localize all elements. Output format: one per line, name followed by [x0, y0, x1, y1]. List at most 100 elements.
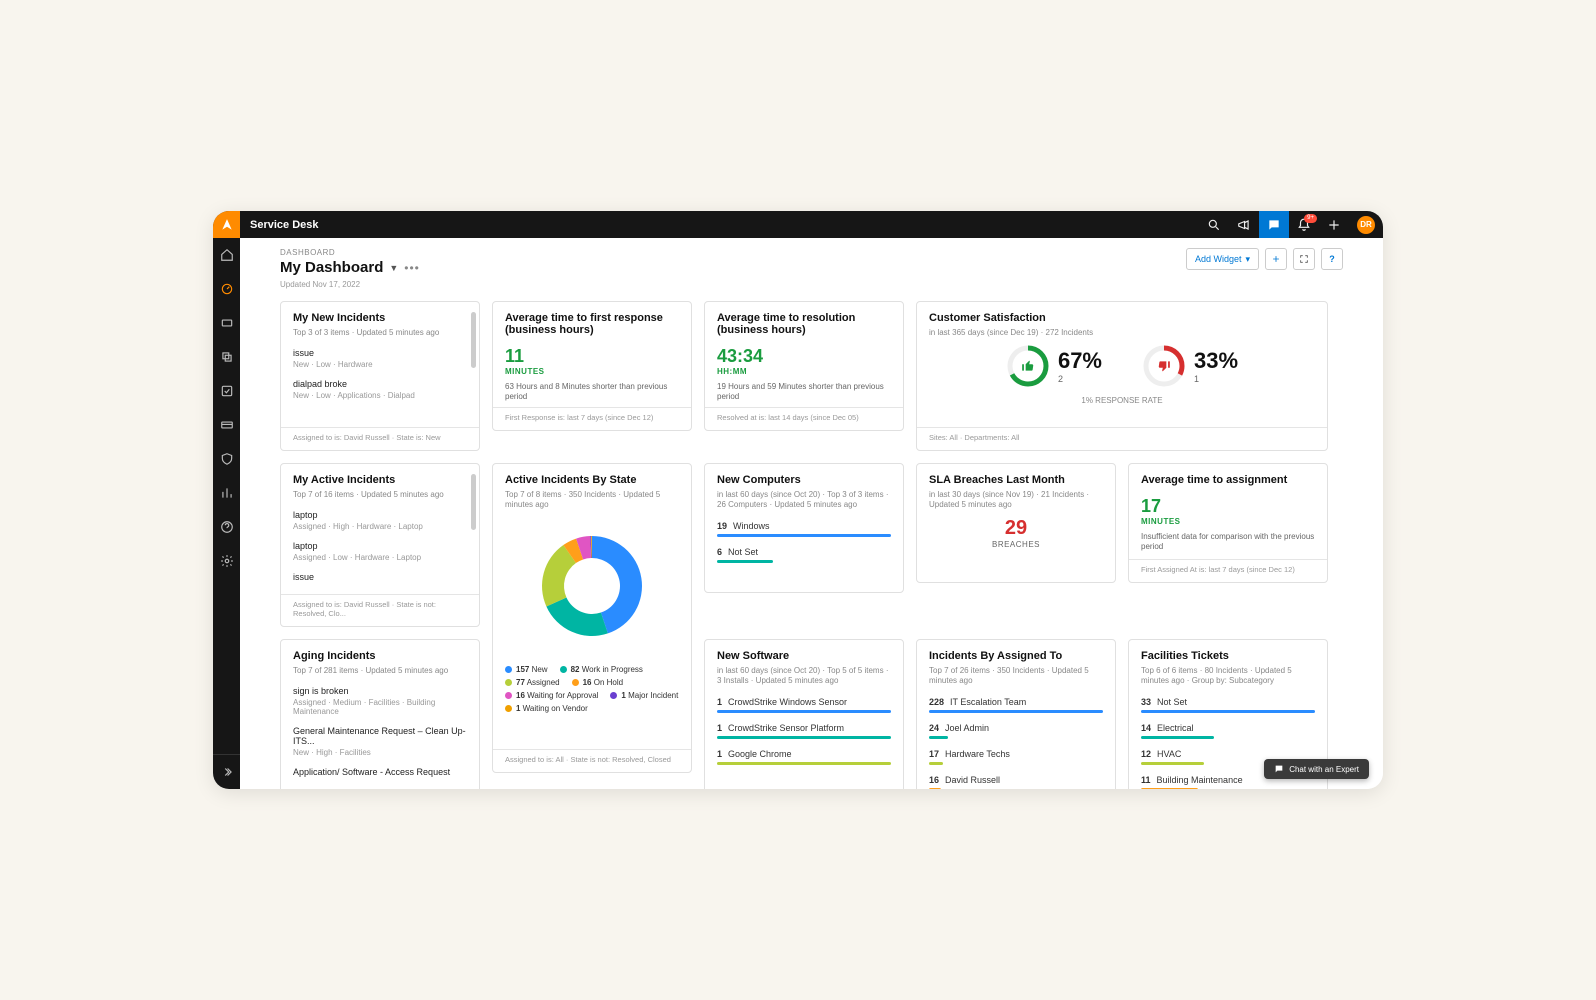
card-active-incidents-by-state[interactable]: Active Incidents By State Top 7 of 8 ite…: [492, 463, 692, 773]
fullscreen-button[interactable]: [1293, 248, 1315, 270]
more-menu-icon[interactable]: •••: [404, 261, 420, 275]
app-name: Service Desk: [250, 219, 319, 231]
card-sla-breaches[interactable]: SLA Breaches Last Month in last 30 days …: [916, 463, 1116, 583]
card-title: Aging Incidents: [293, 650, 467, 662]
list-item[interactable]: General Maintenance Request – Clean Up- …: [293, 726, 467, 757]
megaphone-icon[interactable]: [1229, 211, 1259, 238]
bar-row[interactable]: 19Windows: [717, 521, 891, 537]
sidebar-shield-icon[interactable]: [213, 448, 240, 470]
card-title: Average time to resolution (business hou…: [717, 312, 891, 336]
sidebar-copy-icon[interactable]: [213, 346, 240, 368]
plus-icon[interactable]: [1319, 211, 1349, 238]
bar-row[interactable]: 6Not Set: [717, 547, 891, 563]
card-customer-satisfaction[interactable]: Customer Satisfaction in last 365 days (…: [916, 301, 1328, 451]
dashboard-grid: My New Incidents Top 3 of 3 items · Upda…: [240, 295, 1383, 789]
card-my-new-incidents[interactable]: My New Incidents Top 3 of 3 items · Upda…: [280, 301, 480, 451]
bar-row[interactable]: 14Electrical: [1141, 723, 1315, 739]
metric-unit: MINUTES: [505, 367, 679, 376]
scrollbar[interactable]: [471, 474, 476, 530]
sidebar-analytics-icon[interactable]: [213, 482, 240, 504]
card-footer: Assigned to is: All · State is not: Reso…: [493, 749, 691, 764]
chevron-down-icon[interactable]: ▼: [389, 263, 398, 273]
breadcrumb: DASHBOARD: [280, 248, 1186, 257]
help-button[interactable]: ?: [1321, 248, 1343, 270]
card-avg-assignment[interactable]: Average time to assignment 17 MINUTES In…: [1128, 463, 1328, 583]
metric-note: 63 Hours and 8 Minutes shorter than prev…: [505, 382, 679, 403]
card-avg-first-response[interactable]: Average time to first response (business…: [492, 301, 692, 431]
card-subtitle: Top 7 of 16 items · Updated 5 minutes ag…: [293, 490, 467, 500]
topbar: Service Desk 9+ DR: [213, 211, 1383, 238]
metric-value: 17: [1141, 496, 1315, 517]
bar-row[interactable]: 1CrowdStrike Windows Sensor: [717, 697, 891, 713]
legend-item: 77 Assigned: [505, 678, 560, 687]
card-title: My Active Incidents: [293, 474, 467, 486]
thumbs-up-icon: [1006, 344, 1050, 388]
bar-row[interactable]: 24Joel Admin: [929, 723, 1103, 739]
gauge-negative: 33% 1: [1142, 344, 1238, 388]
card-by-assigned[interactable]: Incidents By Assigned To Top 7 of 26 ite…: [916, 639, 1116, 789]
metric-value: 29: [929, 517, 1103, 540]
metric-note: Insufficient data for comparison with th…: [1141, 532, 1315, 553]
legend-item: 157 New: [505, 665, 548, 674]
card-title: Facilities Tickets: [1141, 650, 1315, 662]
main-content: DASHBOARD My Dashboard ▼ ••• Updated Nov…: [240, 238, 1383, 789]
sidebar-ticket-icon[interactable]: [213, 312, 240, 334]
list-item[interactable]: issue: [293, 572, 467, 582]
sidebar-card-icon[interactable]: [213, 414, 240, 436]
card-footer: First Assigned At is: last 7 days (since…: [1129, 559, 1327, 574]
notification-badge: 9+: [1304, 214, 1317, 223]
sidebar-expand-icon[interactable]: [213, 761, 240, 783]
bar-row[interactable]: 1Google Chrome: [717, 749, 891, 765]
card-new-software[interactable]: New Software in last 60 days (since Oct …: [704, 639, 904, 789]
bar-row[interactable]: 17Hardware Techs: [929, 749, 1103, 765]
card-avg-resolution[interactable]: Average time to resolution (business hou…: [704, 301, 904, 431]
bell-icon[interactable]: 9+: [1289, 211, 1319, 238]
sidebar-help-icon[interactable]: [213, 516, 240, 538]
list-item[interactable]: laptop Assigned · High · Hardware · Lapt…: [293, 510, 467, 531]
metric-value: 43:34: [717, 346, 891, 367]
metric-unit: HH:MM: [717, 367, 891, 376]
gauge-positive: 67% 2: [1006, 344, 1102, 388]
avatar[interactable]: DR: [1357, 216, 1375, 234]
card-title: Incidents By Assigned To: [929, 650, 1103, 662]
chat-expert-button[interactable]: Chat with an Expert: [1264, 759, 1369, 779]
card-footer: Assigned to is: David Russell · State is…: [281, 594, 479, 618]
card-title: Active Incidents By State: [505, 474, 679, 486]
csat-bad-pct: 33%: [1194, 348, 1238, 374]
updated-text: Updated Nov 17, 2022: [280, 280, 1186, 289]
list-item[interactable]: dialpad broke New · Low · Applications ·…: [293, 379, 467, 400]
card-aging-incidents[interactable]: Aging Incidents Top 7 of 281 items · Upd…: [280, 639, 480, 789]
card-subtitle: Top 7 of 26 items · 350 Incidents · Upda…: [929, 666, 1103, 687]
sidebar-settings-icon[interactable]: [213, 550, 240, 572]
brand-logo[interactable]: [213, 211, 240, 238]
card-title: SLA Breaches Last Month: [929, 474, 1103, 486]
card-subtitle: in last 365 days (since Dec 19) · 272 In…: [929, 328, 1315, 338]
list-item[interactable]: laptop Assigned · Low · Hardware · Lapto…: [293, 541, 467, 562]
chevron-down-icon: ▾: [1245, 254, 1250, 265]
add-button[interactable]: [1265, 248, 1287, 270]
bar-row[interactable]: 1CrowdStrike Sensor Platform: [717, 723, 891, 739]
bar-row[interactable]: 228IT Escalation Team: [929, 697, 1103, 713]
list-item[interactable]: sign is broken Assigned · Medium · Facil…: [293, 686, 467, 716]
sidebar: [213, 238, 240, 789]
list-item[interactable]: Application/ Software - Access Request: [293, 767, 467, 777]
scrollbar[interactable]: [471, 312, 476, 368]
bar-row[interactable]: 33Not Set: [1141, 697, 1315, 713]
card-new-computers[interactable]: New Computers in last 60 days (since Oct…: [704, 463, 904, 593]
card-subtitle: Top 6 of 6 items · 80 Incidents · Update…: [1141, 666, 1315, 687]
sidebar-home-icon[interactable]: [213, 244, 240, 266]
sidebar-check-icon[interactable]: [213, 380, 240, 402]
search-icon[interactable]: [1199, 211, 1229, 238]
page-header: DASHBOARD My Dashboard ▼ ••• Updated Nov…: [240, 238, 1383, 295]
metric-note: 19 Hours and 59 Minutes shorter than pre…: [717, 382, 891, 403]
chat-icon[interactable]: [1259, 211, 1289, 238]
add-widget-button[interactable]: Add Widget ▾: [1186, 248, 1259, 270]
metric-unit: BREACHES: [929, 540, 1103, 549]
card-my-active-incidents[interactable]: My Active Incidents Top 7 of 16 items · …: [280, 463, 480, 627]
sidebar-dashboard-icon[interactable]: [213, 278, 240, 300]
add-widget-label: Add Widget: [1195, 254, 1242, 264]
legend-item: 1 Major Incident: [610, 691, 678, 700]
list-item[interactable]: issue New · Low · Hardware: [293, 348, 467, 369]
legend-item: 16 Waiting for Approval: [505, 691, 598, 700]
bar-row[interactable]: 16David Russell: [929, 775, 1103, 789]
